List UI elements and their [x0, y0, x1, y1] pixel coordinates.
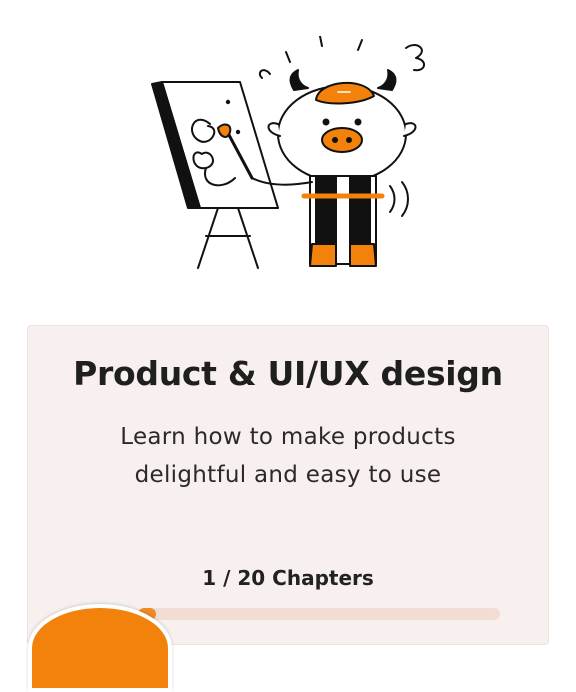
thumbnail-status-bar [32, 608, 168, 622]
course-thumbnail[interactable] [28, 604, 172, 692]
chapters-progress-label: 1 / 20 Chapters [202, 566, 374, 590]
course-description: Learn how to make products delightful an… [88, 418, 488, 494]
course-description-line-2: delightful and easy to use [134, 462, 442, 488]
easel-icon [151, 81, 279, 269]
course-card[interactable]: Product & UI/UX design Learn how to make… [27, 325, 549, 645]
course-description-line-1: Learn how to make products [120, 424, 456, 450]
cow-painter-illustration [151, 36, 425, 269]
cow-character [251, 36, 425, 267]
course-title: Product & UI/UX design [73, 354, 503, 393]
chapter-progress-bar [138, 608, 500, 620]
